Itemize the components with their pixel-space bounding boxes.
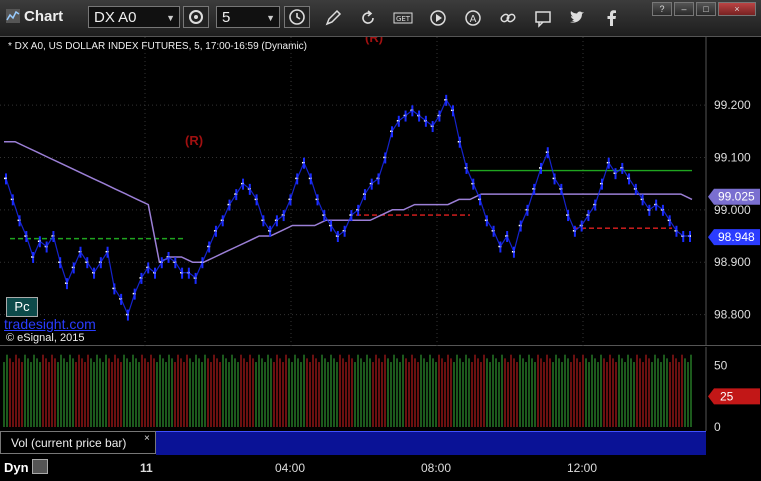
help-button[interactable]: ? <box>652 2 672 16</box>
svg-text:GET: GET <box>396 15 411 23</box>
volume-chart[interactable]: 0255025 <box>0 347 761 431</box>
volume-tick-label: 50 <box>714 359 728 373</box>
facebook-icon[interactable] <box>602 8 622 28</box>
price-flag-label: 98.948 <box>718 230 755 244</box>
copyright-text: © eSignal, 2015 <box>6 332 85 344</box>
volume-tick-label: 0 <box>714 420 721 431</box>
volume-background <box>0 347 761 431</box>
chart-title: * DX A0, US DOLLAR INDEX FUTURES, 5, 17:… <box>8 41 307 52</box>
minimize-button[interactable]: – <box>674 2 694 16</box>
pc-badge[interactable]: Pc <box>6 297 38 317</box>
close-icon[interactable]: × <box>144 433 150 444</box>
r-annotation: (R) <box>365 37 383 45</box>
symbol-settings-button[interactable] <box>183 6 209 28</box>
chart-app-icon <box>6 9 20 23</box>
window-title: Chart <box>6 8 63 25</box>
link-icon[interactable] <box>498 8 518 28</box>
gear-icon <box>189 10 203 24</box>
alert-icon[interactable]: A <box>463 8 483 28</box>
refresh-icon[interactable] <box>358 8 378 28</box>
time-tick: 11 <box>140 461 153 475</box>
settings-icon[interactable] <box>31 459 48 474</box>
watermark-link[interactable]: tradesight.com <box>4 316 96 332</box>
symbol-input[interactable]: DX A0 ▼ <box>88 6 180 28</box>
volume-flag <box>708 388 760 405</box>
y-tick-label: 99.200 <box>714 98 751 112</box>
volume-band <box>156 431 706 455</box>
dyn-label[interactable]: Dyn <box>4 459 48 475</box>
svg-text:A: A <box>470 14 477 25</box>
y-tick-label: 98.800 <box>714 308 751 322</box>
volume-flag-label: 25 <box>720 389 734 403</box>
clock-icon <box>289 9 305 25</box>
maximize-button[interactable]: □ <box>696 2 716 16</box>
chevron-down-icon[interactable]: ▼ <box>266 7 275 29</box>
pencil-icon[interactable] <box>323 8 343 28</box>
play-icon[interactable] <box>428 8 448 28</box>
time-tick: 08:00 <box>421 461 452 475</box>
twitter-icon[interactable] <box>567 8 587 28</box>
get-data-icon[interactable]: GET <box>393 8 413 28</box>
y-tick-label: 99.100 <box>714 150 751 164</box>
time-template-button[interactable] <box>284 6 310 28</box>
chart-window: Chart DX A0 ▼ 5 ▼ GET A ? – □ × 98.800 98.9… <box>0 0 761 481</box>
y-tick-label: 99.000 <box>714 203 751 217</box>
y-tick-label: 98.900 <box>714 255 751 269</box>
time-axis <box>0 455 761 481</box>
time-tick: 04:00 <box>275 461 306 475</box>
close-button[interactable]: × <box>718 2 756 16</box>
comment-icon[interactable] <box>533 8 553 28</box>
interval-input[interactable]: 5 ▼ <box>216 6 280 28</box>
price-flag-label: 99.025 <box>718 190 755 204</box>
time-tick: 12:00 <box>567 461 598 475</box>
plot-background <box>0 37 761 346</box>
toolbar: Chart DX A0 ▼ 5 ▼ GET A ? – □ × <box>0 0 761 37</box>
volume-label: Vol (current price bar) <box>0 431 156 454</box>
price-chart[interactable]: 98.800 98.900 99.000 99.100 99.200 (R) (R) 99.0… <box>0 37 761 346</box>
chevron-down-icon[interactable]: ▼ <box>166 7 175 29</box>
r-annotation: (R) <box>185 133 203 148</box>
